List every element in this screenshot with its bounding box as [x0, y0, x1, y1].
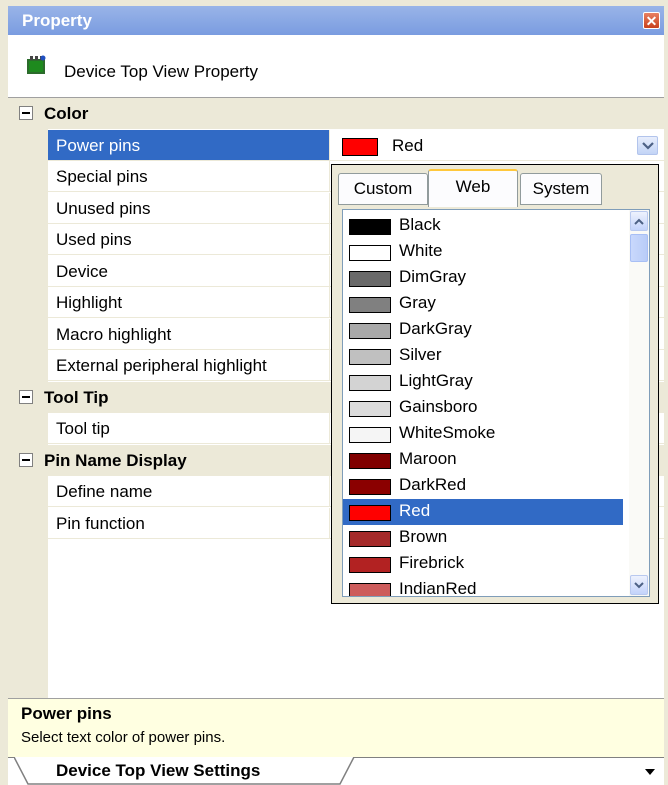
category-label: Pin Name Display [44, 450, 187, 470]
color-name: White [399, 241, 443, 260]
color-name: DimGray [399, 267, 467, 286]
collapse-icon[interactable] [19, 452, 33, 467]
color-option[interactable]: Gainsboro [343, 395, 623, 421]
property-name[interactable]: External peripheral highlight [48, 350, 330, 381]
color-option[interactable]: Gray [343, 291, 623, 317]
property-name[interactable]: Unused pins [48, 192, 330, 224]
scroll-thumb[interactable] [630, 234, 648, 262]
tab-device-top-view-settings[interactable]: Device Top View Settings [14, 757, 356, 785]
color-swatch [349, 453, 391, 469]
color-swatch [349, 479, 391, 495]
property-panel-titlebar: Property ✕ [8, 6, 664, 35]
object-label: Device Top View Property [64, 62, 259, 81]
help-description: Select text color of power pins. [21, 729, 226, 746]
help-pane: Power pins Select text color of power pi… [8, 698, 664, 757]
color-option[interactable]: IndianRed [343, 577, 623, 597]
property-name[interactable]: Macro highlight [48, 318, 330, 350]
color-name: LightGray [399, 371, 473, 390]
color-option[interactable]: Maroon [343, 447, 623, 473]
property-name[interactable]: Used pins [48, 224, 330, 255]
color-swatch [349, 297, 391, 313]
color-option[interactable]: DarkGray [343, 317, 623, 343]
color-name: WhiteSmoke [399, 423, 496, 442]
category-label: Tool Tip [44, 387, 109, 407]
tab-menu-arrow-icon[interactable] [644, 768, 656, 776]
collapse-icon[interactable] [19, 106, 33, 120]
dropdown-button[interactable] [637, 135, 658, 155]
color-swatch [342, 137, 378, 156]
tab-system[interactable]: System [520, 173, 602, 205]
color-swatch [349, 271, 391, 287]
color-swatch [349, 531, 391, 547]
tab-custom[interactable]: Custom [338, 173, 428, 205]
color-name: Black [399, 215, 441, 234]
category-label: Color [44, 104, 89, 123]
chevron-up-icon [634, 218, 644, 225]
color-option[interactable]: Firebrick [343, 551, 623, 577]
color-swatch [349, 583, 391, 596]
color-swatch [349, 505, 391, 521]
category-row[interactable]: Color [8, 98, 664, 129]
color-option[interactable]: Brown [343, 525, 623, 551]
property-name[interactable]: Define name [48, 476, 330, 507]
object-header: Device Top View Property [8, 35, 664, 97]
color-picker-popup: IndianRed Firebrick Brown Red DarkRed Maroon W… [331, 164, 659, 604]
panel-title: Property [22, 11, 92, 30]
close-button[interactable]: ✕ [643, 12, 660, 29]
property-value-text: Red [392, 135, 424, 155]
color-name: Gainsboro [399, 397, 478, 416]
color-option[interactable]: WhiteSmoke [343, 421, 623, 447]
color-option[interactable]: Silver [343, 343, 623, 369]
color-option[interactable]: Black [343, 213, 623, 239]
scroll-down-button[interactable] [630, 575, 648, 595]
color-name: Gray [399, 293, 436, 312]
property-row[interactable]: Power pins Red [8, 129, 664, 161]
chevron-down-icon [634, 582, 644, 589]
color-swatch [349, 557, 391, 573]
property-name[interactable]: Special pins [48, 161, 330, 192]
color-name: Firebrick [399, 553, 465, 572]
tab-web[interactable]: Web [428, 169, 518, 207]
color-option[interactable]: DimGray [343, 265, 623, 291]
color-name: IndianRed [399, 579, 477, 597]
color-name: DarkRed [399, 475, 467, 494]
color-option[interactable]: DarkRed [343, 473, 623, 499]
color-swatch [349, 219, 391, 235]
color-swatch [349, 401, 391, 417]
color-swatch [349, 323, 391, 339]
color-list[interactable]: IndianRed Firebrick Brown Red DarkRed Maroon W… [342, 209, 650, 597]
color-name: Maroon [399, 449, 457, 468]
color-option[interactable]: White [343, 239, 623, 265]
scroll-up-button[interactable] [630, 211, 648, 231]
property-name[interactable]: Power pins [48, 129, 330, 161]
color-swatch [349, 375, 391, 391]
bottom-tab-label: Device Top View Settings [56, 761, 261, 780]
color-name: Red [399, 501, 431, 520]
close-icon: ✕ [645, 13, 658, 29]
color-name: Brown [399, 527, 448, 546]
chevron-down-icon [642, 141, 654, 150]
chip-icon [27, 55, 46, 74]
property-value[interactable]: Red [330, 130, 664, 161]
color-name: Silver [399, 345, 442, 364]
property-name[interactable]: Device [48, 255, 330, 287]
color-swatch [349, 349, 391, 365]
collapse-icon[interactable] [19, 389, 33, 404]
color-name: DarkGray [399, 319, 472, 338]
color-option[interactable]: LightGray [343, 369, 623, 395]
property-name[interactable]: Pin function [48, 507, 330, 539]
property-name[interactable]: Tool tip [48, 413, 330, 444]
help-title: Power pins [21, 704, 112, 723]
color-swatch [349, 245, 391, 261]
property-name[interactable]: Highlight [48, 287, 330, 318]
color-swatch [349, 427, 391, 443]
color-list-scrollbar[interactable] [629, 210, 649, 596]
color-option[interactable]: Red [343, 499, 623, 525]
bottom-tab-strip: Device Top View Settings [8, 757, 664, 785]
